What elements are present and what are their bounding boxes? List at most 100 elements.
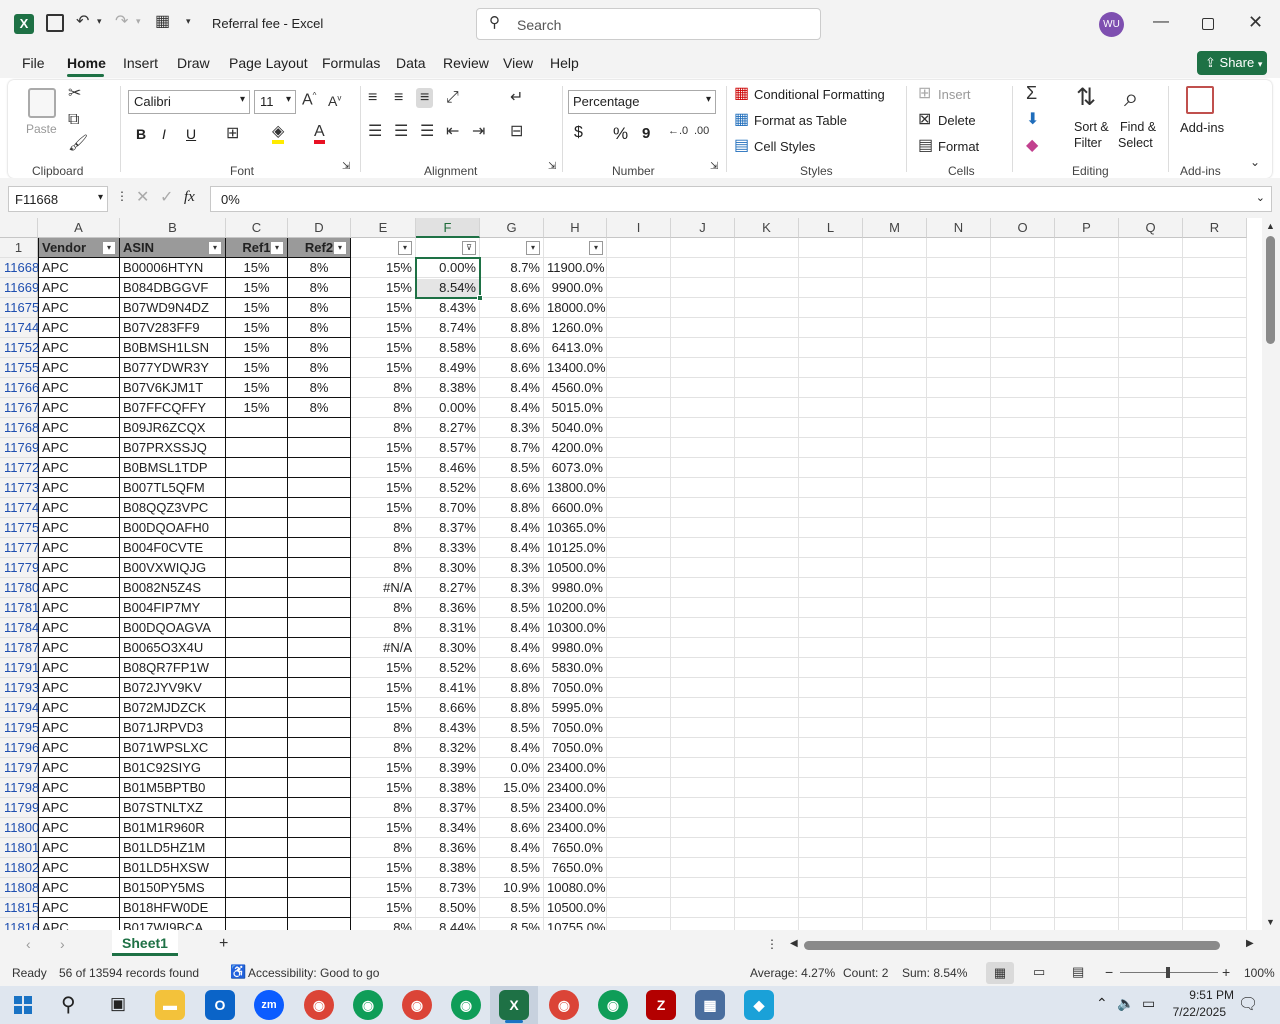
table-cell[interactable]: [226, 418, 288, 438]
table-cell[interactable]: [288, 498, 351, 518]
table-cell[interactable]: [226, 778, 288, 798]
table-cell[interactable]: 8.58%: [416, 338, 480, 358]
table-cell[interactable]: [226, 438, 288, 458]
empty-cell[interactable]: [1055, 398, 1119, 418]
empty-cell[interactable]: [1119, 638, 1183, 658]
table-cell[interactable]: 15%: [351, 478, 416, 498]
empty-cell[interactable]: [799, 918, 863, 930]
collapse-ribbon-icon[interactable]: ⌄: [1250, 156, 1260, 168]
table-cell[interactable]: 8.8%: [480, 318, 544, 338]
empty-cell[interactable]: [863, 558, 927, 578]
font-name-select[interactable]: Calibri ▾: [128, 90, 250, 114]
row-header[interactable]: 11798: [0, 778, 39, 798]
empty-cell[interactable]: [671, 338, 735, 358]
empty-cell[interactable]: [735, 838, 799, 858]
table-cell[interactable]: 8.3%: [480, 578, 544, 598]
empty-cell[interactable]: [735, 538, 799, 558]
table-cell[interactable]: 15%: [226, 258, 288, 278]
row-header[interactable]: 11774: [0, 498, 39, 518]
empty-cell[interactable]: [1119, 398, 1183, 418]
app-icon[interactable]: ◆: [744, 990, 774, 1020]
table-cell[interactable]: 10125.0%: [544, 538, 607, 558]
empty-cell[interactable]: [927, 298, 991, 318]
empty-cell[interactable]: [1119, 718, 1183, 738]
table-cell[interactable]: 15%: [351, 758, 416, 778]
empty-cell[interactable]: [1183, 858, 1247, 878]
empty-cell[interactable]: [1055, 258, 1119, 278]
table-cell[interactable]: B07WD9N4DZ: [120, 298, 226, 318]
row-header[interactable]: 11744: [0, 318, 39, 338]
undo-dropdown-icon[interactable]: ▾: [97, 17, 102, 26]
empty-cell[interactable]: [735, 578, 799, 598]
table-cell[interactable]: APC: [38, 358, 120, 378]
table-cell[interactable]: 15%: [226, 378, 288, 398]
table-cell[interactable]: 10.9%: [480, 878, 544, 898]
table-cell[interactable]: 8.27%: [416, 418, 480, 438]
empty-cell[interactable]: [799, 238, 863, 258]
empty-cell[interactable]: [1055, 338, 1119, 358]
table-cell[interactable]: 8%: [288, 278, 351, 298]
empty-cell[interactable]: [1119, 878, 1183, 898]
table-cell[interactable]: B072MJDZCK: [120, 698, 226, 718]
empty-cell[interactable]: [863, 678, 927, 698]
empty-cell[interactable]: [927, 778, 991, 798]
table-cell[interactable]: B00VXWIQJG: [120, 558, 226, 578]
table-cell[interactable]: 15%: [351, 498, 416, 518]
table-cell[interactable]: APC: [38, 838, 120, 858]
table-cell[interactable]: [288, 798, 351, 818]
empty-cell[interactable]: [671, 298, 735, 318]
status-average[interactable]: Average: 4.27%: [750, 966, 835, 980]
empty-cell[interactable]: [799, 298, 863, 318]
table-cell[interactable]: B007TL5QFM: [120, 478, 226, 498]
empty-cell[interactable]: [863, 698, 927, 718]
table-cell[interactable]: 13800.0%: [544, 478, 607, 498]
normal-view-icon[interactable]: ▦: [986, 962, 1014, 984]
empty-cell[interactable]: [1183, 278, 1247, 298]
empty-cell[interactable]: [607, 638, 671, 658]
table-cell[interactable]: APC: [38, 738, 120, 758]
empty-cell[interactable]: [671, 538, 735, 558]
empty-cell[interactable]: [863, 858, 927, 878]
table-cell[interactable]: APC: [38, 558, 120, 578]
empty-cell[interactable]: [927, 678, 991, 698]
table-cell[interactable]: 8%: [351, 558, 416, 578]
empty-cell[interactable]: [863, 718, 927, 738]
empty-cell[interactable]: [1119, 358, 1183, 378]
empty-cell[interactable]: [991, 318, 1055, 338]
empty-cell[interactable]: [671, 238, 735, 258]
table-cell[interactable]: 8%: [288, 338, 351, 358]
empty-cell[interactable]: [671, 358, 735, 378]
empty-cell[interactable]: [991, 858, 1055, 878]
empty-cell[interactable]: [927, 538, 991, 558]
empty-cell[interactable]: [607, 258, 671, 278]
table-cell[interactable]: [288, 598, 351, 618]
table-cell[interactable]: 1260.0%: [544, 318, 607, 338]
empty-cell[interactable]: [1183, 438, 1247, 458]
table-cell[interactable]: APC: [38, 918, 120, 930]
empty-cell[interactable]: [991, 818, 1055, 838]
table-cell[interactable]: 6600.0%: [544, 498, 607, 518]
clock-time[interactable]: 9:51 PM: [1174, 988, 1234, 1002]
table-cell[interactable]: 23400.0%: [544, 818, 607, 838]
empty-cell[interactable]: [735, 338, 799, 358]
empty-cell[interactable]: [1119, 238, 1183, 258]
empty-cell[interactable]: [735, 718, 799, 738]
table-cell[interactable]: [288, 638, 351, 658]
empty-cell[interactable]: [607, 558, 671, 578]
empty-cell[interactable]: [927, 498, 991, 518]
empty-cell[interactable]: [1183, 458, 1247, 478]
tab-draw[interactable]: Draw: [177, 55, 210, 71]
empty-cell[interactable]: [799, 538, 863, 558]
table-cell[interactable]: B017WI9BCA: [120, 918, 226, 930]
filter-dropdown-icon[interactable]: ▾: [270, 241, 284, 255]
column-header-r[interactable]: R: [1183, 218, 1247, 238]
empty-cell[interactable]: [607, 618, 671, 638]
table-cell[interactable]: 8.38%: [416, 778, 480, 798]
empty-cell[interactable]: [863, 618, 927, 638]
row-header[interactable]: 11801: [0, 838, 39, 858]
table-cell[interactable]: APC: [38, 318, 120, 338]
empty-cell[interactable]: [991, 878, 1055, 898]
empty-cell[interactable]: [1183, 358, 1247, 378]
table-cell[interactable]: [288, 858, 351, 878]
table-cell[interactable]: 9980.0%: [544, 638, 607, 658]
